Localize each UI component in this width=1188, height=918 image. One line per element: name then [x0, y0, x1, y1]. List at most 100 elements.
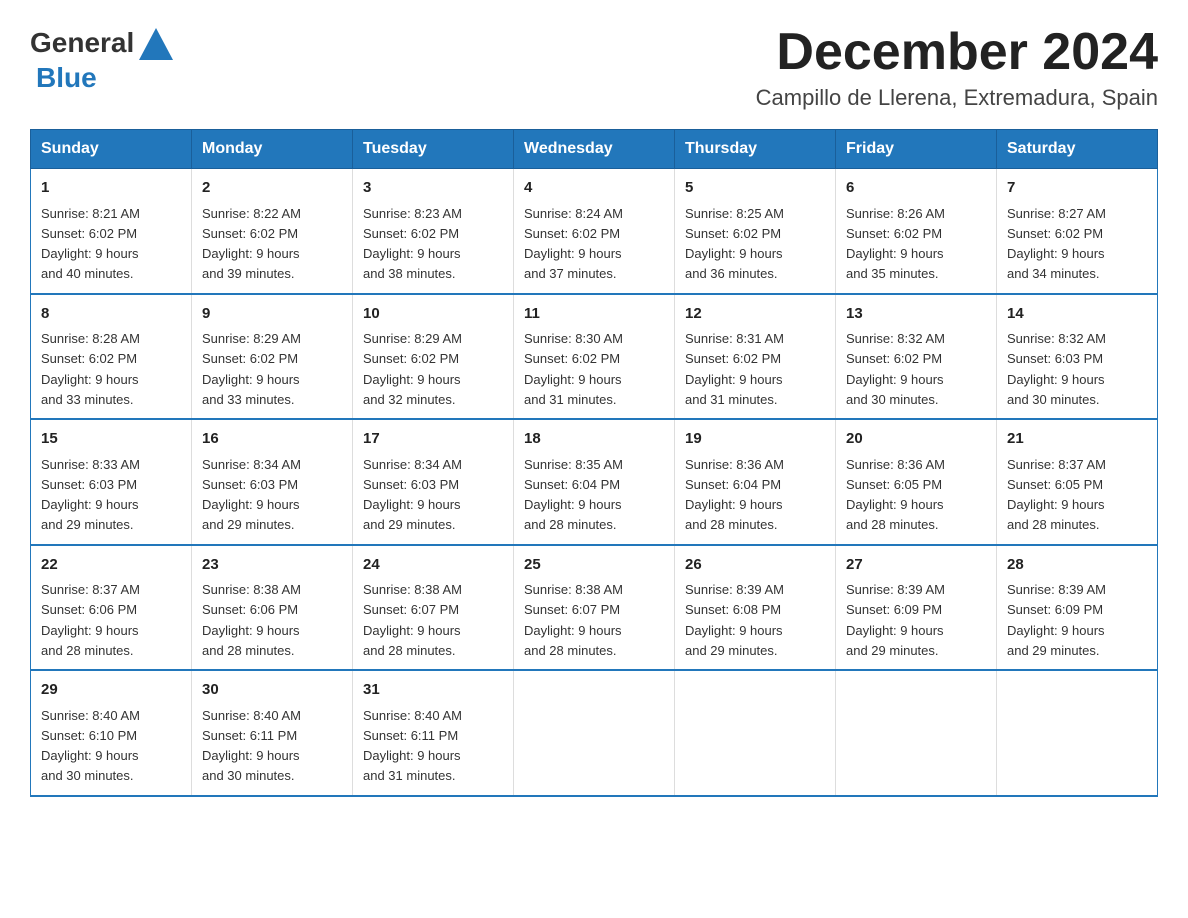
day-info: Sunrise: 8:36 AMSunset: 6:04 PMDaylight:… — [685, 457, 784, 533]
week-row-1: 1 Sunrise: 8:21 AMSunset: 6:02 PMDayligh… — [31, 169, 1158, 294]
calendar-cell-16: 16 Sunrise: 8:34 AMSunset: 6:03 PMDaylig… — [192, 419, 353, 545]
day-info: Sunrise: 8:36 AMSunset: 6:05 PMDaylight:… — [846, 457, 945, 533]
day-number: 24 — [363, 554, 503, 577]
day-info: Sunrise: 8:29 AMSunset: 6:02 PMDaylight:… — [202, 331, 301, 407]
day-info: Sunrise: 8:37 AMSunset: 6:06 PMDaylight:… — [41, 582, 140, 658]
day-info: Sunrise: 8:40 AMSunset: 6:10 PMDaylight:… — [41, 708, 140, 784]
calendar-cell-6: 6 Sunrise: 8:26 AMSunset: 6:02 PMDayligh… — [836, 169, 997, 294]
day-number: 12 — [685, 303, 825, 326]
calendar-cell-empty — [997, 670, 1158, 796]
week-row-3: 15 Sunrise: 8:33 AMSunset: 6:03 PMDaylig… — [31, 419, 1158, 545]
weekday-header-row: SundayMondayTuesdayWednesdayThursdayFrid… — [31, 130, 1158, 169]
day-number: 22 — [41, 554, 181, 577]
logo-blue-text: Blue — [36, 62, 97, 93]
calendar-cell-15: 15 Sunrise: 8:33 AMSunset: 6:03 PMDaylig… — [31, 419, 192, 545]
logo: General Blue — [30, 24, 175, 94]
title-area: December 2024 Campillo de Llerena, Extre… — [756, 24, 1158, 111]
calendar-cell-21: 21 Sunrise: 8:37 AMSunset: 6:05 PMDaylig… — [997, 419, 1158, 545]
calendar-cell-empty — [836, 670, 997, 796]
day-info: Sunrise: 8:40 AMSunset: 6:11 PMDaylight:… — [363, 708, 462, 784]
calendar-cell-9: 9 Sunrise: 8:29 AMSunset: 6:02 PMDayligh… — [192, 294, 353, 420]
calendar-cell-28: 28 Sunrise: 8:39 AMSunset: 6:09 PMDaylig… — [997, 545, 1158, 671]
day-number: 21 — [1007, 428, 1147, 451]
day-info: Sunrise: 8:32 AMSunset: 6:03 PMDaylight:… — [1007, 331, 1106, 407]
calendar-cell-5: 5 Sunrise: 8:25 AMSunset: 6:02 PMDayligh… — [675, 169, 836, 294]
day-info: Sunrise: 8:28 AMSunset: 6:02 PMDaylight:… — [41, 331, 140, 407]
day-info: Sunrise: 8:23 AMSunset: 6:02 PMDaylight:… — [363, 206, 462, 282]
calendar-cell-23: 23 Sunrise: 8:38 AMSunset: 6:06 PMDaylig… — [192, 545, 353, 671]
calendar-cell-19: 19 Sunrise: 8:36 AMSunset: 6:04 PMDaylig… — [675, 419, 836, 545]
day-info: Sunrise: 8:37 AMSunset: 6:05 PMDaylight:… — [1007, 457, 1106, 533]
calendar-cell-7: 7 Sunrise: 8:27 AMSunset: 6:02 PMDayligh… — [997, 169, 1158, 294]
day-info: Sunrise: 8:38 AMSunset: 6:07 PMDaylight:… — [524, 582, 623, 658]
day-number: 13 — [846, 303, 986, 326]
day-info: Sunrise: 8:38 AMSunset: 6:06 PMDaylight:… — [202, 582, 301, 658]
calendar-cell-empty — [675, 670, 836, 796]
weekday-header-thursday: Thursday — [675, 130, 836, 169]
weekday-header-tuesday: Tuesday — [353, 130, 514, 169]
day-number: 15 — [41, 428, 181, 451]
day-number: 19 — [685, 428, 825, 451]
page-subtitle: Campillo de Llerena, Extremadura, Spain — [756, 85, 1158, 111]
day-number: 27 — [846, 554, 986, 577]
calendar-cell-17: 17 Sunrise: 8:34 AMSunset: 6:03 PMDaylig… — [353, 419, 514, 545]
week-row-4: 22 Sunrise: 8:37 AMSunset: 6:06 PMDaylig… — [31, 545, 1158, 671]
day-number: 16 — [202, 428, 342, 451]
calendar-cell-27: 27 Sunrise: 8:39 AMSunset: 6:09 PMDaylig… — [836, 545, 997, 671]
calendar-cell-29: 29 Sunrise: 8:40 AMSunset: 6:10 PMDaylig… — [31, 670, 192, 796]
day-info: Sunrise: 8:39 AMSunset: 6:09 PMDaylight:… — [846, 582, 945, 658]
day-number: 3 — [363, 177, 503, 200]
day-number: 26 — [685, 554, 825, 577]
calendar-cell-20: 20 Sunrise: 8:36 AMSunset: 6:05 PMDaylig… — [836, 419, 997, 545]
day-number: 30 — [202, 679, 342, 702]
calendar-cell-8: 8 Sunrise: 8:28 AMSunset: 6:02 PMDayligh… — [31, 294, 192, 420]
day-info: Sunrise: 8:29 AMSunset: 6:02 PMDaylight:… — [363, 331, 462, 407]
calendar-cell-3: 3 Sunrise: 8:23 AMSunset: 6:02 PMDayligh… — [353, 169, 514, 294]
day-info: Sunrise: 8:39 AMSunset: 6:09 PMDaylight:… — [1007, 582, 1106, 658]
day-info: Sunrise: 8:24 AMSunset: 6:02 PMDaylight:… — [524, 206, 623, 282]
day-number: 11 — [524, 303, 664, 326]
calendar-cell-10: 10 Sunrise: 8:29 AMSunset: 6:02 PMDaylig… — [353, 294, 514, 420]
calendar-cell-empty — [514, 670, 675, 796]
day-number: 2 — [202, 177, 342, 200]
calendar-cell-12: 12 Sunrise: 8:31 AMSunset: 6:02 PMDaylig… — [675, 294, 836, 420]
calendar-cell-30: 30 Sunrise: 8:40 AMSunset: 6:11 PMDaylig… — [192, 670, 353, 796]
day-info: Sunrise: 8:38 AMSunset: 6:07 PMDaylight:… — [363, 582, 462, 658]
day-number: 25 — [524, 554, 664, 577]
calendar-cell-31: 31 Sunrise: 8:40 AMSunset: 6:11 PMDaylig… — [353, 670, 514, 796]
day-number: 28 — [1007, 554, 1147, 577]
week-row-2: 8 Sunrise: 8:28 AMSunset: 6:02 PMDayligh… — [31, 294, 1158, 420]
day-number: 9 — [202, 303, 342, 326]
calendar-table: SundayMondayTuesdayWednesdayThursdayFrid… — [30, 129, 1158, 797]
day-info: Sunrise: 8:35 AMSunset: 6:04 PMDaylight:… — [524, 457, 623, 533]
day-info: Sunrise: 8:40 AMSunset: 6:11 PMDaylight:… — [202, 708, 301, 784]
day-info: Sunrise: 8:27 AMSunset: 6:02 PMDaylight:… — [1007, 206, 1106, 282]
day-info: Sunrise: 8:26 AMSunset: 6:02 PMDaylight:… — [846, 206, 945, 282]
weekday-header-sunday: Sunday — [31, 130, 192, 169]
day-number: 20 — [846, 428, 986, 451]
weekday-header-friday: Friday — [836, 130, 997, 169]
calendar-cell-22: 22 Sunrise: 8:37 AMSunset: 6:06 PMDaylig… — [31, 545, 192, 671]
day-number: 10 — [363, 303, 503, 326]
day-info: Sunrise: 8:39 AMSunset: 6:08 PMDaylight:… — [685, 582, 784, 658]
header: General Blue December 2024 Campillo de L… — [30, 24, 1158, 111]
day-number: 8 — [41, 303, 181, 326]
day-info: Sunrise: 8:22 AMSunset: 6:02 PMDaylight:… — [202, 206, 301, 282]
calendar-cell-1: 1 Sunrise: 8:21 AMSunset: 6:02 PMDayligh… — [31, 169, 192, 294]
calendar-cell-4: 4 Sunrise: 8:24 AMSunset: 6:02 PMDayligh… — [514, 169, 675, 294]
logo-triangle-icon — [137, 26, 175, 62]
calendar-cell-11: 11 Sunrise: 8:30 AMSunset: 6:02 PMDaylig… — [514, 294, 675, 420]
day-number: 31 — [363, 679, 503, 702]
calendar-cell-2: 2 Sunrise: 8:22 AMSunset: 6:02 PMDayligh… — [192, 169, 353, 294]
day-number: 7 — [1007, 177, 1147, 200]
calendar-cell-13: 13 Sunrise: 8:32 AMSunset: 6:02 PMDaylig… — [836, 294, 997, 420]
weekday-header-monday: Monday — [192, 130, 353, 169]
day-info: Sunrise: 8:25 AMSunset: 6:02 PMDaylight:… — [685, 206, 784, 282]
day-info: Sunrise: 8:33 AMSunset: 6:03 PMDaylight:… — [41, 457, 140, 533]
weekday-header-wednesday: Wednesday — [514, 130, 675, 169]
calendar-cell-25: 25 Sunrise: 8:38 AMSunset: 6:07 PMDaylig… — [514, 545, 675, 671]
day-info: Sunrise: 8:31 AMSunset: 6:02 PMDaylight:… — [685, 331, 784, 407]
logo-general-text: General — [30, 27, 134, 59]
calendar-cell-14: 14 Sunrise: 8:32 AMSunset: 6:03 PMDaylig… — [997, 294, 1158, 420]
calendar-cell-24: 24 Sunrise: 8:38 AMSunset: 6:07 PMDaylig… — [353, 545, 514, 671]
